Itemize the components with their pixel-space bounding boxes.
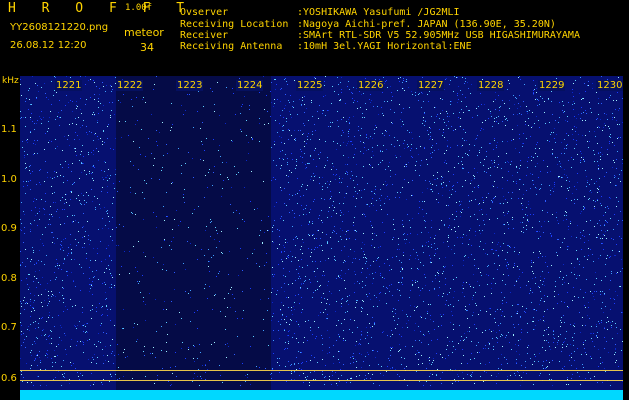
- spectrogram-canvas: [20, 76, 623, 400]
- noise-speckles: [20, 76, 623, 386]
- x-tick-label: 1225: [296, 80, 324, 91]
- y-tick-label: 1.1: [1, 124, 17, 135]
- x-tick-label: 1230: [596, 80, 624, 91]
- version-label: 1.00f: [125, 3, 153, 13]
- info-value-antenna: :10mH 3el.YAGI Horizontal:ENE: [297, 41, 472, 52]
- detection-count: 34: [140, 41, 154, 54]
- x-tick-label: 1223: [176, 80, 204, 91]
- reference-line-lower: [20, 380, 623, 381]
- baseline-signal-strip: [20, 390, 623, 400]
- x-tick-label: 1228: [477, 80, 505, 91]
- y-tick-label: 0.9: [1, 223, 17, 234]
- low-noise-band: [116, 76, 271, 400]
- y-tick-label: 0.6: [1, 373, 17, 384]
- info-key-antenna: Receiving Antenna: [180, 41, 283, 52]
- x-tick-label: 1222: [116, 80, 144, 91]
- y-tick-label: 0.7: [1, 322, 17, 333]
- info-value-observer: :YOSHIKAWA Yasufumi /JG2MLI: [297, 7, 460, 18]
- info-key-observer: Ovserver: [180, 7, 229, 18]
- info-value-location: :Nagoya Aichi-pref. JAPAN (136.90E, 35.2…: [297, 19, 556, 30]
- x-tick-label: 1229: [538, 80, 566, 91]
- x-tick-label: 1226: [357, 80, 385, 91]
- info-key-receiver: Receiver: [180, 30, 229, 41]
- timestamp-label: 26.08.12 12:20: [10, 40, 87, 51]
- info-value-receiver: :SMArt RTL-SDR V5 52.905MHz USB HIGASHIM…: [297, 30, 580, 41]
- x-tick-label: 1221: [55, 80, 83, 91]
- detection-type-label: meteor: [124, 26, 164, 39]
- app-title: H R O F F T: [8, 1, 194, 16]
- header-panel: H R O F F T 1.00f YY2608121220.png 26.08…: [0, 0, 629, 76]
- filename-label: YY2608121220.png: [10, 22, 109, 33]
- x-tick-label: 1227: [417, 80, 445, 91]
- x-tick-label: 1224: [236, 80, 264, 91]
- y-tick-label: 0.8: [1, 273, 17, 284]
- y-axis-unit: kHz: [2, 76, 19, 86]
- y-tick-label: 1.0: [1, 174, 17, 185]
- info-key-location: Receiving Location: [180, 19, 289, 30]
- reference-line-upper: [20, 370, 623, 371]
- spectrogram-plot: [20, 76, 623, 400]
